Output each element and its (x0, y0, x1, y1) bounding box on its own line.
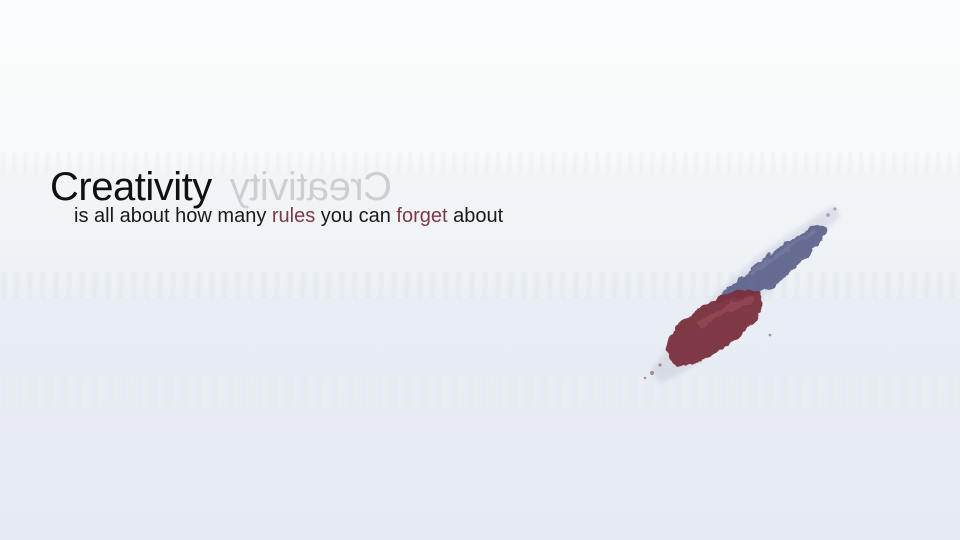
tagline-accent-word: rules (271, 205, 316, 227)
tagline-text: is all about how many (74, 205, 272, 227)
tagline-text: you can (315, 205, 397, 227)
paint-brush-stroke-icon (643, 205, 840, 383)
tagline-accent-word: forget (396, 205, 448, 227)
tagline: is all about how many rules you can forg… (74, 204, 503, 228)
tagline-text: about (447, 205, 504, 227)
